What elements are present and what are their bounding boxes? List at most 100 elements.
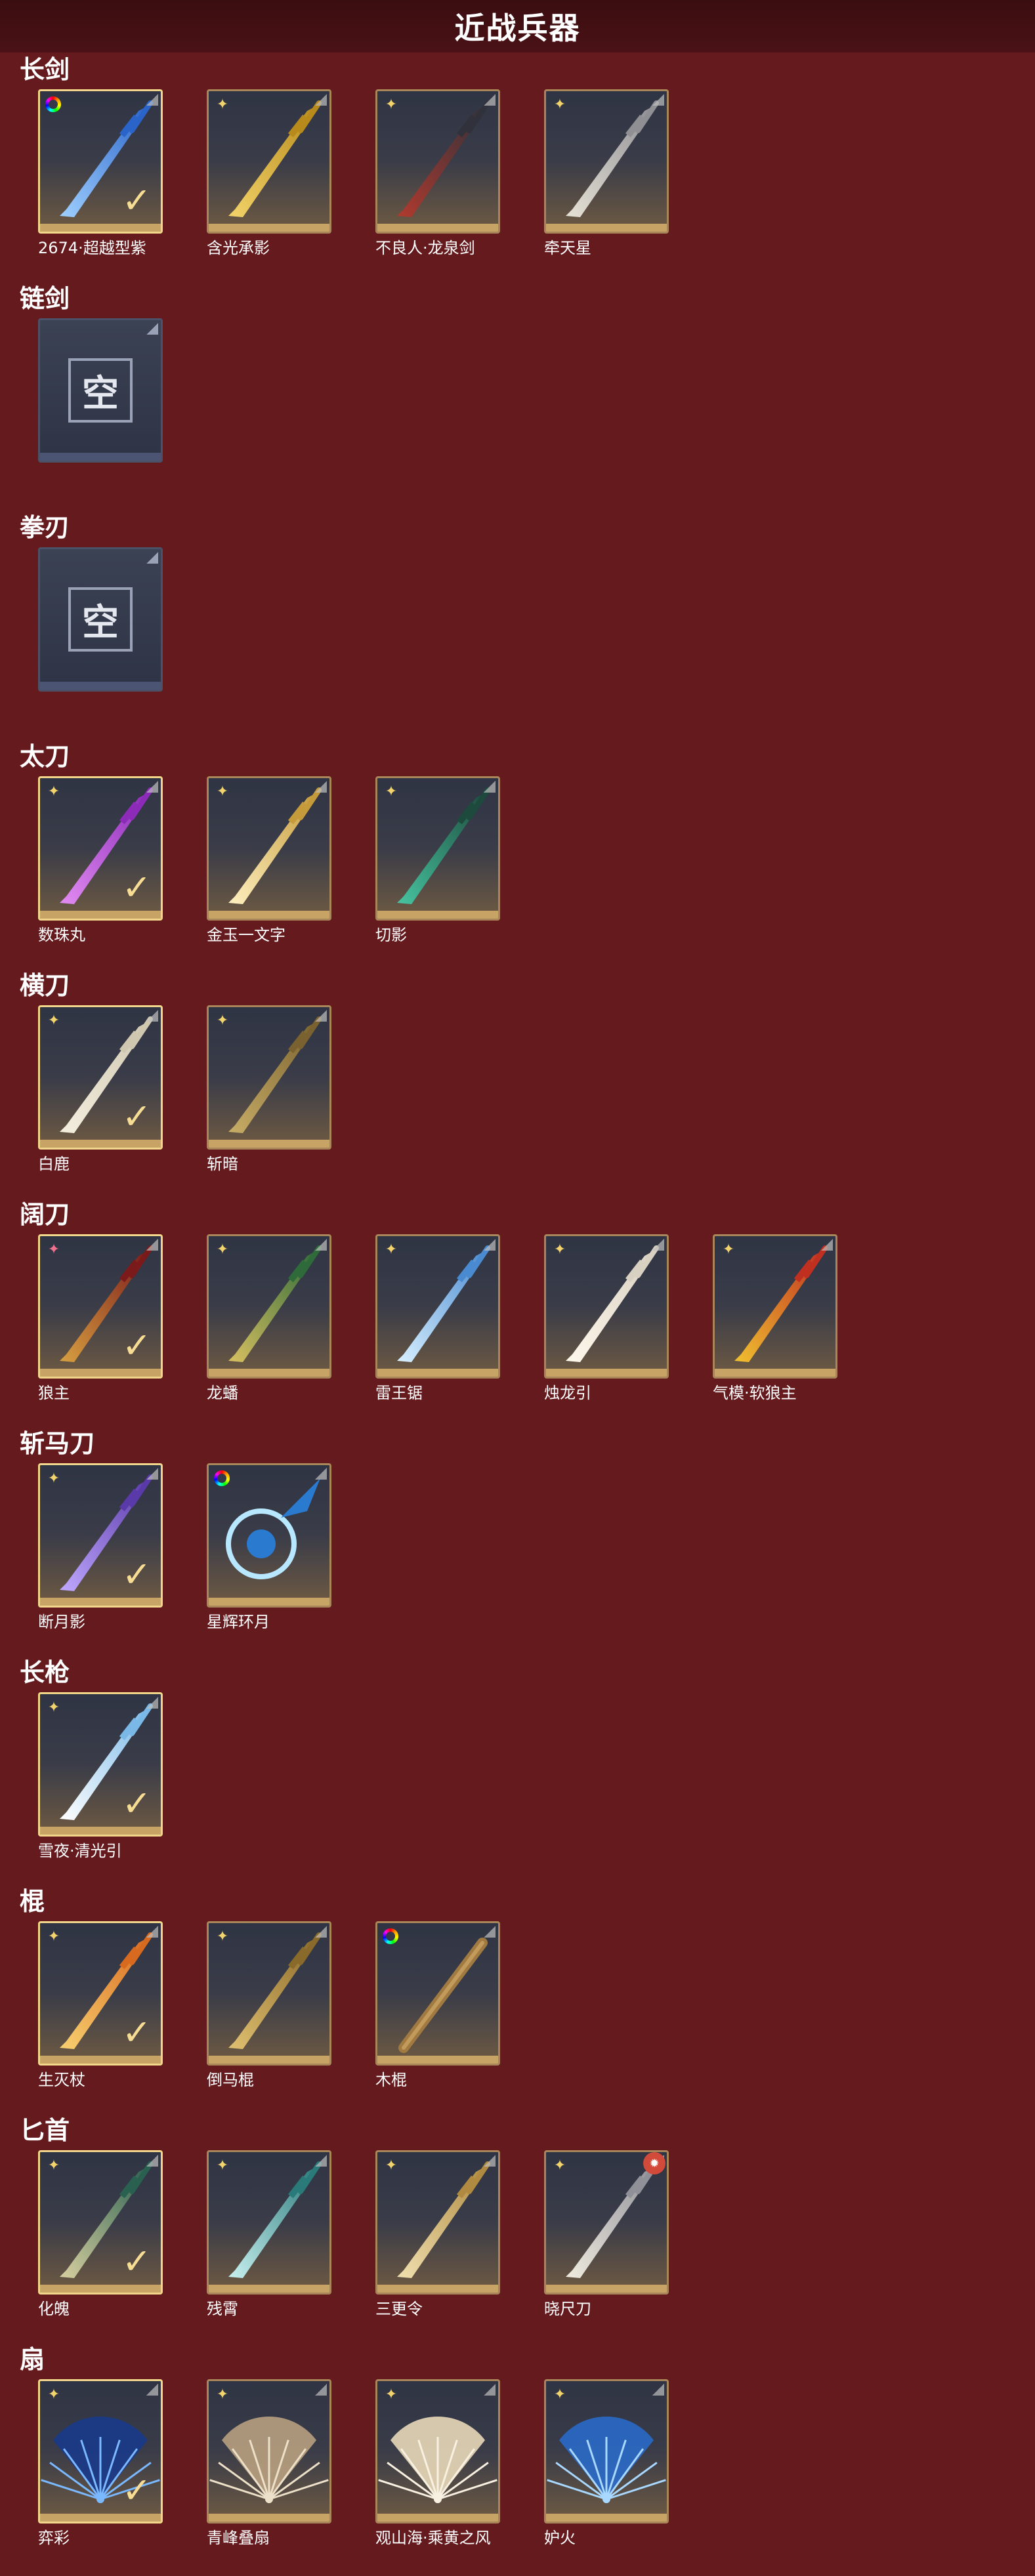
card-bottom-bar [377,2514,498,2522]
corner-fold-icon [484,781,496,793]
card-bottom-bar [209,224,329,232]
weapon-card[interactable]: ✦ [713,1234,837,1379]
weapon-item[interactable]: ✦ 妒火 [544,2379,673,2547]
weapon-item[interactable]: ✦ 含光承影 [207,89,335,257]
weapon-card[interactable]: ✦ ✓ [38,1692,163,1837]
card-bottom-bar [40,1598,161,1606]
corner-fold-icon [146,1239,158,1251]
four-point-star-icon: ✦ [47,2157,60,2174]
weapon-card[interactable]: ✦ [207,1234,331,1379]
weapon-name: 雷王锯 [375,1384,423,1402]
weapon-name: 生灭杖 [38,2071,85,2089]
weapon-item[interactable]: ✦ 切影 [375,776,504,944]
corner-fold-icon [146,94,158,106]
weapon-card[interactable]: ✦ [207,2379,331,2524]
weapon-name: 龙蟠 [207,1384,238,1402]
weapon-name: 斩暗 [207,1155,238,1173]
weapon-item[interactable]: ✦ 残霄 [207,2150,335,2318]
card-bottom-bar [40,224,161,232]
weapon-item[interactable]: ✦ 气模·软狼主 [713,1234,841,1402]
weapon-name: 气模·软狼主 [713,1384,797,1402]
weapon-card[interactable] [207,1463,331,1608]
corner-fold-icon [652,94,664,106]
weapon-card[interactable]: ✦ ✓ [38,2150,163,2295]
corner-fold-icon [146,2155,158,2167]
weapon-item[interactable]: ✦ 倒马棍 [207,1921,335,2089]
weapon-card[interactable]: ✦ [375,2150,500,2295]
card-bottom-bar [40,2285,161,2293]
empty-slot[interactable]: 空 [38,547,167,692]
weapon-row: 空 [38,547,1023,744]
weapon-name: 烛龙引 [544,1384,591,1402]
weapon-card[interactable]: ✦ ✓ [38,776,163,921]
weapon-card[interactable]: ✦ [375,89,500,234]
category-title: 拳刃 [20,513,70,542]
weapon-name: 金玉一文字 [207,926,285,944]
weapon-card[interactable]: ✦ [375,776,500,921]
weapon-item[interactable]: ✦ 斩暗 [207,1005,335,1173]
weapon-item[interactable]: ✓ 2674·超越型紫 [38,89,167,257]
weapon-card[interactable]: ✦ [544,1234,669,1379]
weapon-item[interactable]: ✦ 烛龙引 [544,1234,673,1402]
weapon-item[interactable]: ✦ ✓ 白鹿 [38,1005,167,1173]
weapon-item[interactable]: ✦ 龙蟠 [207,1234,335,1402]
weapon-card[interactable]: ✦ [207,1921,331,2066]
weapon-card[interactable]: ✦ [375,1234,500,1379]
weapon-card[interactable]: ✦ [207,776,331,921]
four-point-star-icon: ✦ [553,96,566,113]
weapon-item[interactable]: ✦ ✓ 狼主 [38,1234,167,1402]
weapon-card[interactable]: ✦ ✓ [38,2379,163,2524]
weapon-item[interactable]: 星辉环月 [207,1463,335,1631]
weapon-item[interactable]: ✦ 不良人·龙泉剑 [375,89,504,257]
weapon-card[interactable]: ✦ ✓ [38,1005,163,1150]
empty-slot[interactable]: 空 [38,318,167,463]
empty-slot-icon: 空 [68,358,133,423]
weapon-card[interactable]: ✦ ✓ [38,1463,163,1608]
weapon-card[interactable]: ✦ ✓ [38,1234,163,1379]
weapon-item[interactable]: ✦ 三更令 [375,2150,504,2318]
weapon-item[interactable]: ✦ ✹ 晓尺刀 [544,2150,673,2318]
weapon-card[interactable]: ✦ ✹ [544,2150,669,2295]
weapon-item[interactable]: 木棍 [375,1921,504,2089]
empty-slot-label: 空 [82,372,119,415]
weapon-card[interactable]: ✦ [544,89,669,234]
card-bottom-bar [209,2285,329,2293]
weapon-item[interactable]: ✦ ✓ 数珠丸 [38,776,167,944]
weapon-card[interactable]: ✓ [38,89,163,234]
weapon-name: 观山海·乘黄之风 [375,2529,491,2547]
empty-slot-card[interactable]: 空 [38,547,163,692]
weapon-item[interactable]: ✦ ✓ 弈彩 [38,2379,167,2547]
weapon-card[interactable]: ✦ ✓ [38,1921,163,2066]
category-title: 斩马刀 [20,1429,95,1458]
weapon-item[interactable]: ✦ ✓ 断月影 [38,1463,167,1631]
weapon-item[interactable]: ✦ ✓ 生灭杖 [38,1921,167,2089]
weapon-card[interactable] [375,1921,500,2066]
four-point-star-icon: ✦ [385,2157,398,2174]
corner-fold-icon [315,1926,327,1938]
check-icon: ✓ [121,1783,152,1824]
card-bottom-bar [377,2285,498,2293]
weapon-name: 雪夜·清光引 [38,1842,122,1860]
weapon-item[interactable]: ✦ 牵天星 [544,89,673,257]
category-title: 长枪 [20,1658,70,1687]
weapon-card[interactable]: ✦ [207,89,331,234]
weapon-card[interactable]: ✦ [207,2150,331,2295]
weapon-item[interactable]: ✦ ✓ 化魄 [38,2150,167,2318]
four-point-star-icon: ✦ [216,2157,229,2174]
weapon-item[interactable]: ✦ 青峰叠扇 [207,2379,335,2547]
weapon-card[interactable]: ✦ [375,2379,500,2524]
weapon-row: ✦ ✓ 生灭杖 ✦ 倒马棍 木棍 [38,1921,1023,2118]
weapon-item[interactable]: ✦ 金玉一文字 [207,776,335,944]
card-bottom-bar [40,453,161,461]
weapon-item[interactable]: ✦ 观山海·乘黄之风 [375,2379,504,2547]
blue-ring-artwork [226,1478,320,1579]
weapon-item[interactable]: ✦ 雷王锯 [375,1234,504,1402]
weapon-row: ✦ ✓ 化魄 ✦ 残霄 ✦ 三更令 ✦ ✹ 晓尺刀 [38,2150,1023,2347]
weapon-name: 含光承影 [207,239,270,257]
weapon-card[interactable]: ✦ [544,2379,669,2524]
empty-slot-card[interactable]: 空 [38,318,163,463]
weapon-card[interactable]: ✦ [207,1005,331,1150]
card-bottom-bar [377,2056,498,2064]
weapon-item[interactable]: ✦ ✓ 雪夜·清光引 [38,1692,167,1860]
weapon-name: 数珠丸 [38,926,85,944]
